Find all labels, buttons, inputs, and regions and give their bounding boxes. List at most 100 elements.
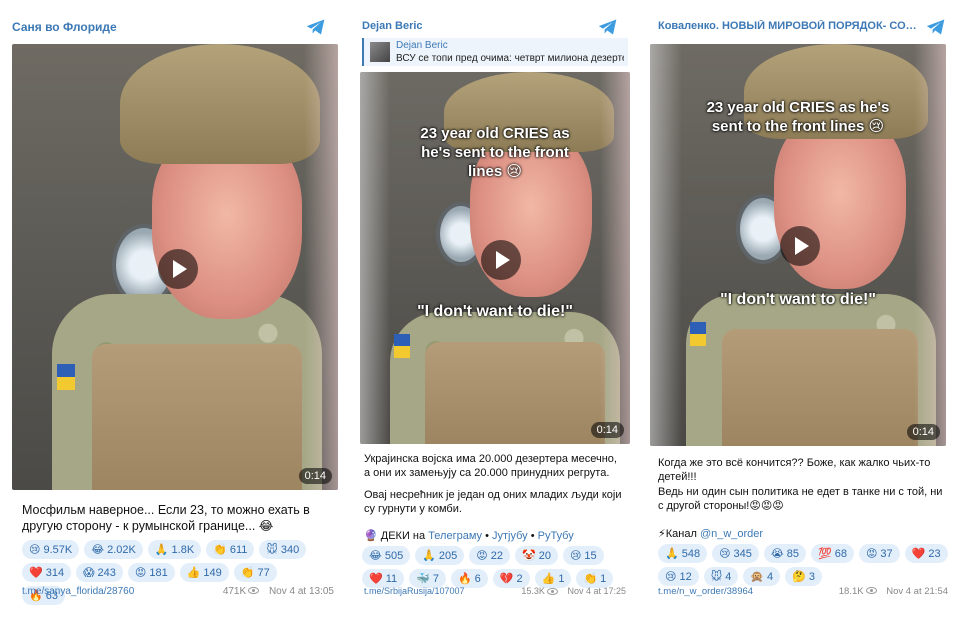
reaction-count: 1.8K [171,543,195,556]
video-duration: 0:14 [298,468,332,484]
reaction-count: 181 [149,566,168,579]
reaction-chip[interactable]: 🤔 3 [785,567,822,586]
youtube-link[interactable]: Јутјубу [492,530,528,542]
channel-name[interactable]: Саня во Флориде [12,20,292,34]
post-link[interactable]: t.me/sanya_florida/28760 [22,586,134,597]
reaction-emoji: 🙊 [750,571,765,583]
reaction-emoji: ❤️ [911,548,926,560]
reaction-emoji: 🐭 [710,571,723,583]
crystal-ball-icon: 🔮 [364,530,378,542]
reaction-chip[interactable]: 😢 345 [712,544,759,563]
reaction-chip[interactable]: 🙏 548 [658,544,708,563]
reaction-emoji: ❤️ [369,573,383,585]
lightning-icon: ⚡ [658,528,666,540]
reaction-chip[interactable]: 💯 68 [811,544,854,563]
post-meta: t.me/sanya_florida/28760 471K Nov 4 at 1… [22,586,334,597]
telegram-icon[interactable] [926,18,946,36]
post-sanya-florida: Саня во Флориде 0:14 Мосфильм наверное..… [0,0,340,620]
reaction-count: 9.57K [43,543,73,556]
reaction-count: 505 [384,549,404,562]
channel-name[interactable]: Коваленко. НОВЫЙ МИРОВОЙ ПОРЯДОК- СОПРО.… [658,20,920,32]
forwarded-message[interactable]: Dejan Beric ВСУ се топи пред очима: четв… [362,38,628,66]
reaction-emoji: 😢 [665,571,677,583]
reaction-emoji: 🐭 [266,544,278,556]
reaction-count: 68 [834,547,847,560]
post-text: Украјинска војска има 20.000 дезертера м… [364,452,626,522]
eye-icon [248,587,260,595]
reaction-chip[interactable]: 😢 12 [658,567,699,586]
reaction-chip[interactable]: 😂 2.02K [84,540,143,559]
reaction-count: 4 [767,570,774,583]
ukraine-flag-patch [690,322,706,346]
play-icon[interactable] [481,240,521,280]
reaction-count: 314 [45,566,65,579]
view-count: 471K [222,586,247,597]
reaction-emoji: 🔥 [457,573,472,585]
reaction-chip[interactable]: 😭 85 [763,544,806,563]
telegram-icon[interactable] [598,18,618,36]
reactions-bar: 🙏 548 😢 345 😭 85 💯 68 😡 37 ❤️ 23 😢 12 🐭 4 🙊 4 🤔 3 [658,544,948,586]
reaction-chip[interactable]: ❤️ 314 [22,563,72,582]
post-text: Когда же это всё кончится?? Боже, как жа… [658,456,948,519]
eye-icon [546,587,558,595]
post-meta: t.me/n_w_order/38964 18.1K Nov 4 at 21:5… [658,586,948,597]
reaction-chip[interactable]: 🙊 4 [743,567,781,586]
post-header: Саня во Флориде [0,18,340,38]
telegram-link[interactable]: Телеграму [428,530,482,542]
rutube-link[interactable]: РуТубу [538,530,574,542]
reaction-chip[interactable]: 😢 9.57K [22,540,80,559]
deki-label: ДЕКИ [380,530,410,542]
post-link[interactable]: t.me/n_w_order/38964 [658,586,753,597]
reaction-count: 1 [558,572,565,585]
reaction-chip[interactable]: 🤡 20 [515,546,558,565]
reaction-count: 85 [786,547,799,560]
link-separator: • [482,530,492,542]
reaction-chip[interactable]: 🙏 205 [415,546,465,565]
post-kovalenko: Коваленко. НОВЫЙ МИРОВОЙ ПОРЯДОК- СОПРО.… [646,0,960,620]
play-icon[interactable] [780,226,820,266]
view-count: 15.3K [521,586,545,596]
reaction-chip[interactable]: ❤️ 23 [904,544,948,563]
reaction-emoji: 🙏 [154,544,169,556]
reaction-chip[interactable]: 👍 149 [179,563,229,582]
reaction-emoji: 😢 [719,548,731,560]
telegram-icon[interactable] [306,18,326,36]
reaction-emoji: 👏 [213,544,227,556]
reaction-chip[interactable]: 🐭 340 [259,540,307,559]
reaction-chip[interactable]: 👏 77 [233,563,277,582]
reaction-chip[interactable]: 😡 37 [858,544,900,563]
reaction-chip[interactable]: 😱 243 [76,563,123,582]
reaction-count: 12 [679,570,692,583]
reaction-chip[interactable]: 🙏 1.8K [147,540,202,559]
reaction-emoji: 😡 [134,567,147,579]
reaction-count: 1 [600,572,607,585]
reaction-emoji: 👏 [240,567,255,579]
reaction-chip[interactable]: 👏 611 [206,540,255,559]
reaction-chip[interactable]: 😢 15 [562,546,604,565]
reaction-emoji: 😂 [369,550,382,562]
post-meta: t.me/SrbijaRusija/107007 15.3K Nov 4 at … [364,586,626,596]
channel-handle-link[interactable]: @n_w_order [700,528,763,540]
reaction-emoji: 😱 [83,567,95,579]
post-links-row: 🔮 ДЕКИ на Телеграму • Јутјубу • РуТубу [364,528,626,544]
play-icon[interactable] [158,249,198,289]
reaction-count: 149 [203,566,222,579]
reaction-chip[interactable]: 😂 505 [362,546,411,565]
reaction-emoji: 😢 [29,544,41,556]
reaction-chip[interactable]: 😡 181 [127,563,175,582]
reaction-emoji: 👍 [186,567,201,579]
video-player[interactable]: 0:14 [12,44,338,490]
forward-preview: ВСУ се топи пред очима: четврт милиона д… [396,53,624,64]
eye-icon [865,587,877,595]
reaction-count: 77 [257,566,270,579]
reaction-emoji: 😂 [91,544,105,556]
post-link[interactable]: t.me/SrbijaRusija/107007 [364,586,465,596]
video-player[interactable]: 23 year old CRIES as he's sent to the fr… [360,72,630,444]
reaction-chip[interactable]: 🐭 4 [703,567,739,586]
reaction-chip[interactable]: 😡 22 [469,546,510,565]
link-separator: • [527,530,538,542]
video-caption-bottom: "I don't want to die!" [720,291,876,308]
reaction-emoji: 💔 [499,573,514,585]
video-player[interactable]: 23 year old CRIES as he's sent to the fr… [650,44,946,446]
channel-name[interactable]: Dejan Beric [362,20,582,32]
